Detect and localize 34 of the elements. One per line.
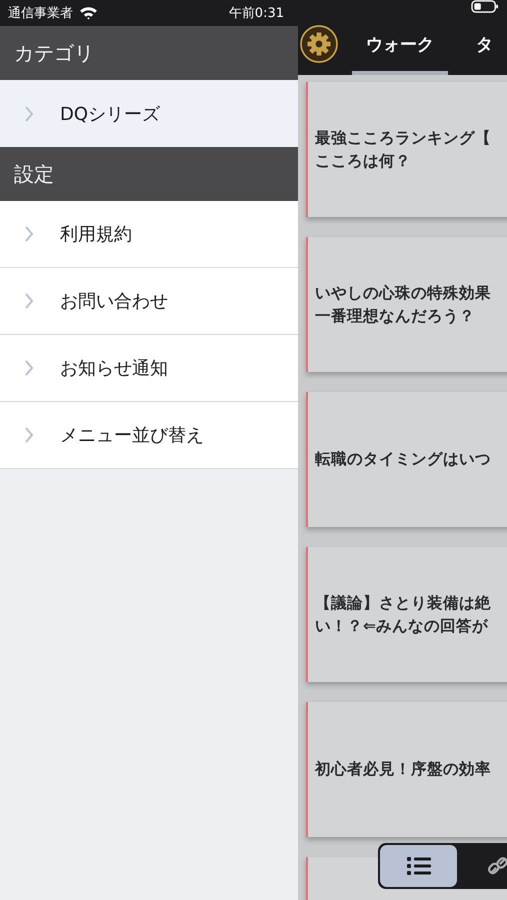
view-button[interactable] (380, 845, 457, 887)
section-header: カテゴリ (0, 26, 298, 80)
article-title: 一番理想なんだろう？ (315, 306, 476, 326)
article-title: 初心者必見！序盤の効率 (315, 759, 492, 780)
menu-item[interactable]: お問い合わせ (0, 268, 298, 335)
chevron-icon (24, 360, 34, 376)
article-title: い！？⇐みんなの回答が (315, 616, 489, 636)
chevron-icon (24, 427, 34, 443)
article-title: 【議論】さとり装備は絶 (315, 592, 492, 614)
article-title: 最強こころランキング【 (315, 128, 492, 148)
tab[interactable]: タ (462, 13, 507, 75)
menu-item[interactable]: 利用規約 (0, 201, 298, 268)
article-card[interactable]: いやしの心珠の特殊効果 一番理想なんだろう？ (306, 237, 507, 372)
section-header: 設定 (0, 147, 298, 201)
article-card[interactable]: 最強こころランキング【 こころは何？ (306, 82, 507, 217)
article-card[interactable]: 【議論】さとり装備は絶 い！？⇐みんなの回答が (306, 547, 507, 682)
tab[interactable]: ウォーク (352, 13, 448, 75)
article-title: 転職のタイミングはいつ (315, 449, 492, 470)
clock-time: 午前0:31 (228, 5, 284, 22)
link-icon (486, 855, 507, 877)
article-card[interactable]: 初心者必見！序盤の効率 (306, 702, 507, 837)
wifi-icon (79, 6, 98, 20)
menu-item[interactable]: DQシリーズ (0, 80, 298, 147)
chevron-icon (24, 226, 34, 242)
chevron-icon (24, 106, 34, 122)
carrier-name: 通信事業者 (8, 5, 73, 22)
battery-icon (471, 0, 499, 13)
article-title: いやしの心珠の特殊効果 (315, 282, 492, 304)
menu-item[interactable]: お知らせ通知 (0, 335, 298, 402)
menu-item[interactable]: メニュー並び替え (0, 402, 298, 469)
list-icon (406, 856, 430, 876)
article-title: こころは何？ (315, 150, 412, 172)
article-card[interactable]: 転職のタイミングはいつ (306, 392, 507, 527)
chevron-icon (24, 293, 34, 309)
